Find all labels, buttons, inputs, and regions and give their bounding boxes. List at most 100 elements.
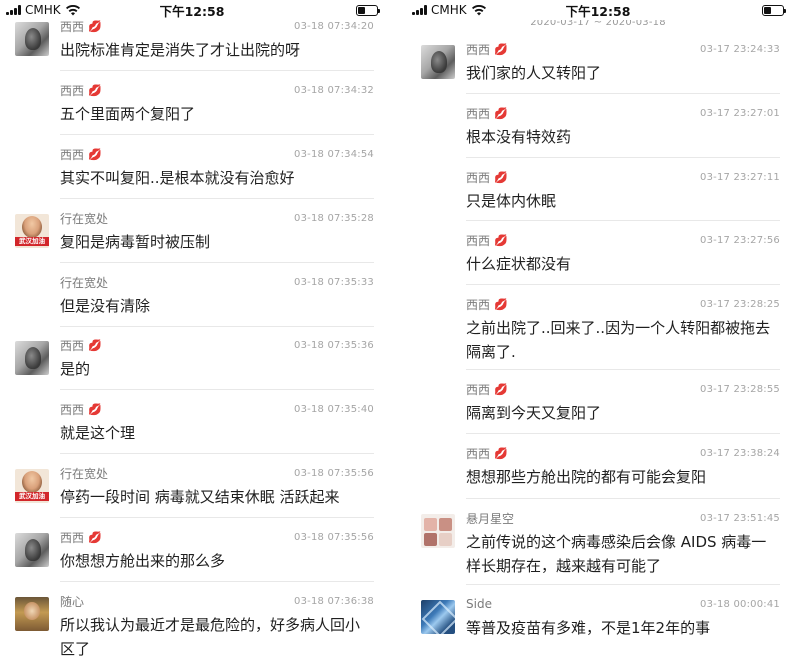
message-text: 五个里面两个复阳了 (60, 105, 196, 123)
message-text: 什么症状都没有 (466, 255, 572, 273)
message-text: 想想那些方舱出院的都有可能会复阳 (466, 468, 707, 486)
sender-name[interactable]: 西西 (466, 445, 490, 462)
message-timestamp: 03-17 23:24:33 (700, 43, 780, 55)
avatar[interactable] (421, 600, 455, 634)
lips-icon: 💋 (494, 382, 508, 396)
lips-icon: 💋 (494, 170, 508, 184)
lips-icon: 💋 (494, 297, 508, 311)
avatar[interactable] (15, 533, 49, 567)
divider (466, 284, 780, 285)
message-text: 之前出院了..回来了..因为一个人转阳都被拖去隔离了. (466, 319, 771, 361)
carrier-label: CMHK (25, 3, 61, 17)
lips-icon: 💋 (494, 446, 508, 460)
battery-icon (762, 4, 786, 16)
message-header: 西西 💋 03-17 23:27:11 (466, 169, 780, 185)
lips-icon: 💋 (88, 19, 102, 33)
message-text: 但是没有清除 (60, 297, 151, 315)
message-text: 复阳是病毒暂时被压制 (60, 233, 211, 251)
lips-icon: 💋 (494, 106, 508, 120)
sender-name[interactable]: 西西 (60, 337, 84, 354)
divider (60, 262, 374, 263)
avatar-badge: 武汉加油 (15, 237, 49, 246)
message-timestamp: 03-18 07:34:32 (294, 84, 374, 96)
sender-name[interactable]: Side (466, 597, 492, 611)
avatar[interactable] (15, 597, 49, 631)
sender-name[interactable]: 西西 (60, 82, 84, 99)
message-header: 西西 💋 03-17 23:27:01 (466, 105, 780, 121)
wifi-icon (65, 4, 80, 16)
divider (60, 581, 374, 582)
sender-name[interactable]: 行在宽处 (60, 465, 108, 482)
divider (466, 157, 780, 158)
sender-name[interactable]: 西西 (60, 401, 84, 418)
message-timestamp: 03-17 23:27:56 (700, 234, 780, 246)
sender-name[interactable]: 西西 (60, 18, 84, 35)
message-text: 出院标准肯定是消失了才让出院的呀 (60, 41, 301, 59)
sender-name[interactable]: 西西 (60, 529, 84, 546)
sender-name[interactable]: 西西 (466, 232, 490, 249)
message-text: 根本没有特效药 (466, 128, 572, 146)
message-timestamp: 03-17 23:27:01 (700, 107, 780, 119)
lips-icon: 💋 (88, 147, 102, 161)
message-header: 西西 💋 03-17 23:38:24 (466, 445, 780, 461)
sender-name[interactable]: 西西 (466, 296, 490, 313)
message-header: 西西 💋 03-18 07:34:32 (60, 82, 374, 98)
chat-history-screen-right: CMHK 下午12:58 2020-03-17 ~ 2020-03-18 西西 💋… (406, 0, 790, 661)
message-header: 西西 💋 03-18 07:34:20 (60, 18, 374, 34)
sender-name[interactable]: 西西 (466, 105, 490, 122)
message-header: 西西 💋 03-17 23:24:33 (466, 41, 780, 57)
sender-name[interactable]: 行在宽处 (60, 274, 108, 291)
divider (466, 584, 780, 585)
avatar[interactable]: 武汉加油 (15, 214, 49, 248)
message-header: 西西 💋 03-17 23:27:56 (466, 232, 780, 248)
clock: 下午12:58 (565, 3, 631, 19)
message-header: Side 03-18 00:00:41 (466, 596, 780, 612)
message-text: 停药一段时间 病毒就又结束休眠 活跃起来 (60, 488, 340, 506)
signal-icon (412, 5, 427, 15)
avatar[interactable] (421, 514, 455, 548)
divider (466, 498, 780, 499)
sender-name[interactable]: 西西 (466, 381, 490, 398)
lips-icon: 💋 (88, 530, 102, 544)
message-text: 等普及疫苗有多难，不是1年2年的事 (466, 619, 711, 637)
message-text: 之前传说的这个病毒感染后会像 AIDS 病毒一样长期存在，越来越有可能了 (466, 533, 767, 575)
sender-name[interactable]: 随心 (60, 593, 84, 610)
message-timestamp: 03-17 23:27:11 (700, 171, 780, 183)
avatar[interactable]: 武汉加油 (15, 469, 49, 503)
message-timestamp: 03-17 23:28:25 (700, 298, 780, 310)
avatar-badge: 武汉加油 (15, 492, 49, 501)
message-timestamp: 03-18 00:00:41 (700, 598, 780, 610)
avatar[interactable] (15, 22, 49, 56)
message-text: 其实不叫复阳..是根本就没有治愈好 (60, 169, 295, 187)
sender-name[interactable]: 西西 (60, 146, 84, 163)
sender-name[interactable]: 行在宽处 (60, 210, 108, 227)
lips-icon: 💋 (88, 83, 102, 97)
status-bar: CMHK 下午12:58 (406, 0, 790, 20)
message-timestamp: 03-17 23:28:55 (700, 383, 780, 395)
message-text: 只是体内休眠 (466, 192, 557, 210)
message-header: 西西 💋 03-18 07:35:56 (60, 529, 374, 545)
divider (466, 93, 780, 94)
carrier-label: CMHK (431, 3, 467, 17)
avatar[interactable] (421, 45, 455, 79)
message-header: 西西 💋 03-18 07:35:40 (60, 401, 374, 417)
sender-name[interactable]: 西西 (466, 169, 490, 186)
message-timestamp: 03-18 07:35:28 (294, 212, 374, 224)
message-text: 你想想方舱出来的那么多 (60, 552, 226, 570)
message-header: 行在宽处 03-18 07:35:56 (60, 465, 374, 481)
message-header: 随心 03-18 07:36:38 (60, 593, 374, 609)
divider (466, 433, 780, 434)
lips-icon: 💋 (494, 233, 508, 247)
message-text: 我们家的人又转阳了 (466, 64, 602, 82)
sender-name[interactable]: 西西 (466, 41, 490, 58)
message-timestamp: 03-18 07:34:20 (294, 20, 374, 32)
message-header: 西西 💋 03-18 07:35:36 (60, 337, 374, 353)
message-text: 是的 (60, 360, 91, 378)
divider (60, 517, 374, 518)
message-timestamp: 03-18 07:34:54 (294, 148, 374, 160)
message-timestamp: 03-18 07:36:38 (294, 595, 374, 607)
divider (60, 198, 374, 199)
avatar[interactable] (15, 341, 49, 375)
sender-name[interactable]: 悬月星空 (466, 510, 514, 527)
message-timestamp: 03-17 23:38:24 (700, 447, 780, 459)
